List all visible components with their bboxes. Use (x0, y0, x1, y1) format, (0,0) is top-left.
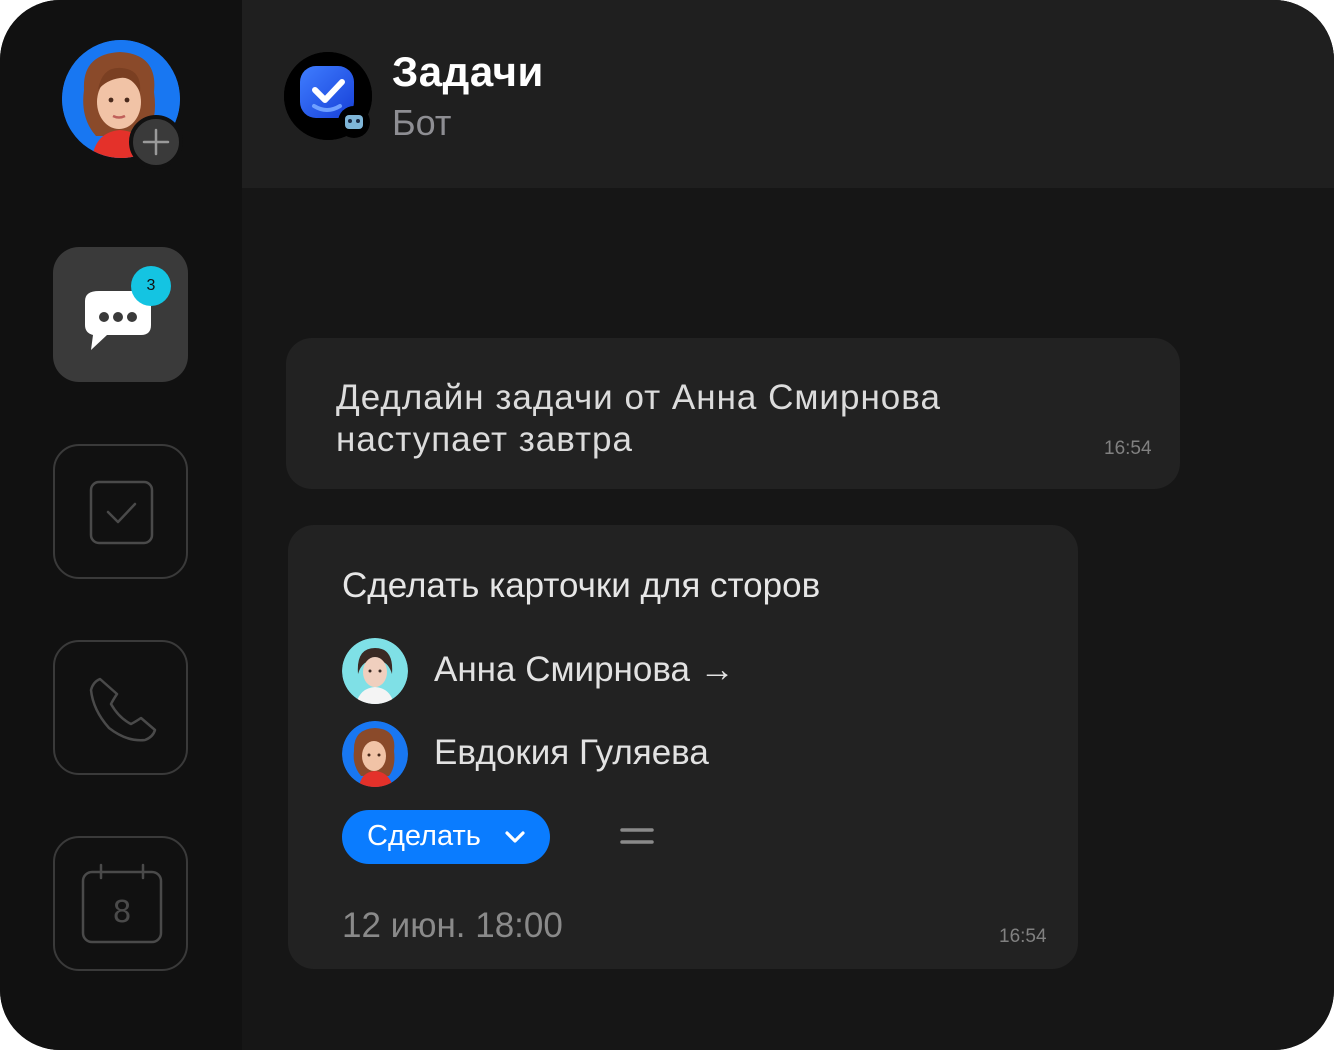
add-account-button[interactable] (129, 115, 183, 169)
drag-handle[interactable] (620, 826, 654, 846)
nav-calls[interactable] (53, 640, 188, 775)
chat-header: Задачи Бот (242, 0, 1334, 188)
status-dropdown-label: Сделать (367, 820, 481, 852)
robot-icon (345, 115, 363, 129)
nav-tasks[interactable] (53, 444, 188, 579)
status-dropdown-button[interactable]: Сделать (342, 810, 550, 864)
app-window: 3 8 Задачи Бот Дедлайн задачи от Анна См… (0, 0, 1334, 1050)
assigner-name: Анна Смирнова → (434, 650, 735, 689)
calendar-day: 8 (112, 895, 131, 930)
message-text-line1: Дедлайн задачи от Анна Смирнова (336, 378, 941, 417)
task-card-time: 16:54 (999, 926, 1047, 947)
calendar-icon: 8 (81, 863, 163, 944)
checkbox-icon (89, 480, 154, 545)
message-time: 16:54 (1104, 438, 1152, 459)
chat-pane: Задачи Бот Дедлайн задачи от Анна Смирно… (242, 0, 1334, 1050)
chat-bubble-icon (85, 291, 151, 350)
assignee-avatar[interactable] (342, 721, 408, 787)
nav-calendar[interactable]: 8 (53, 836, 188, 971)
nav-messages[interactable] (53, 247, 188, 382)
phone-icon (89, 677, 157, 742)
sidebar: 3 8 (0, 0, 242, 1050)
message-bubble: Дедлайн задачи от Анна Смирнова наступае… (286, 338, 1180, 489)
task-due-date: 12 июн. 18:00 (342, 906, 563, 945)
task-title: Сделать карточки для сторов (342, 566, 821, 605)
message-text-line2: наступает завтра (336, 420, 633, 459)
chevron-down-icon (505, 831, 525, 843)
assigner-avatar[interactable] (342, 638, 408, 704)
chat-title: Задачи (392, 48, 544, 95)
chat-subtitle: Бот (392, 102, 452, 143)
assignee-name: Евдокия Гуляева (434, 733, 709, 772)
unread-count-badge: 3 (131, 266, 171, 306)
drag-handle-icon (620, 828, 654, 844)
bot-avatar[interactable] (284, 52, 372, 140)
plus-icon (142, 128, 170, 156)
